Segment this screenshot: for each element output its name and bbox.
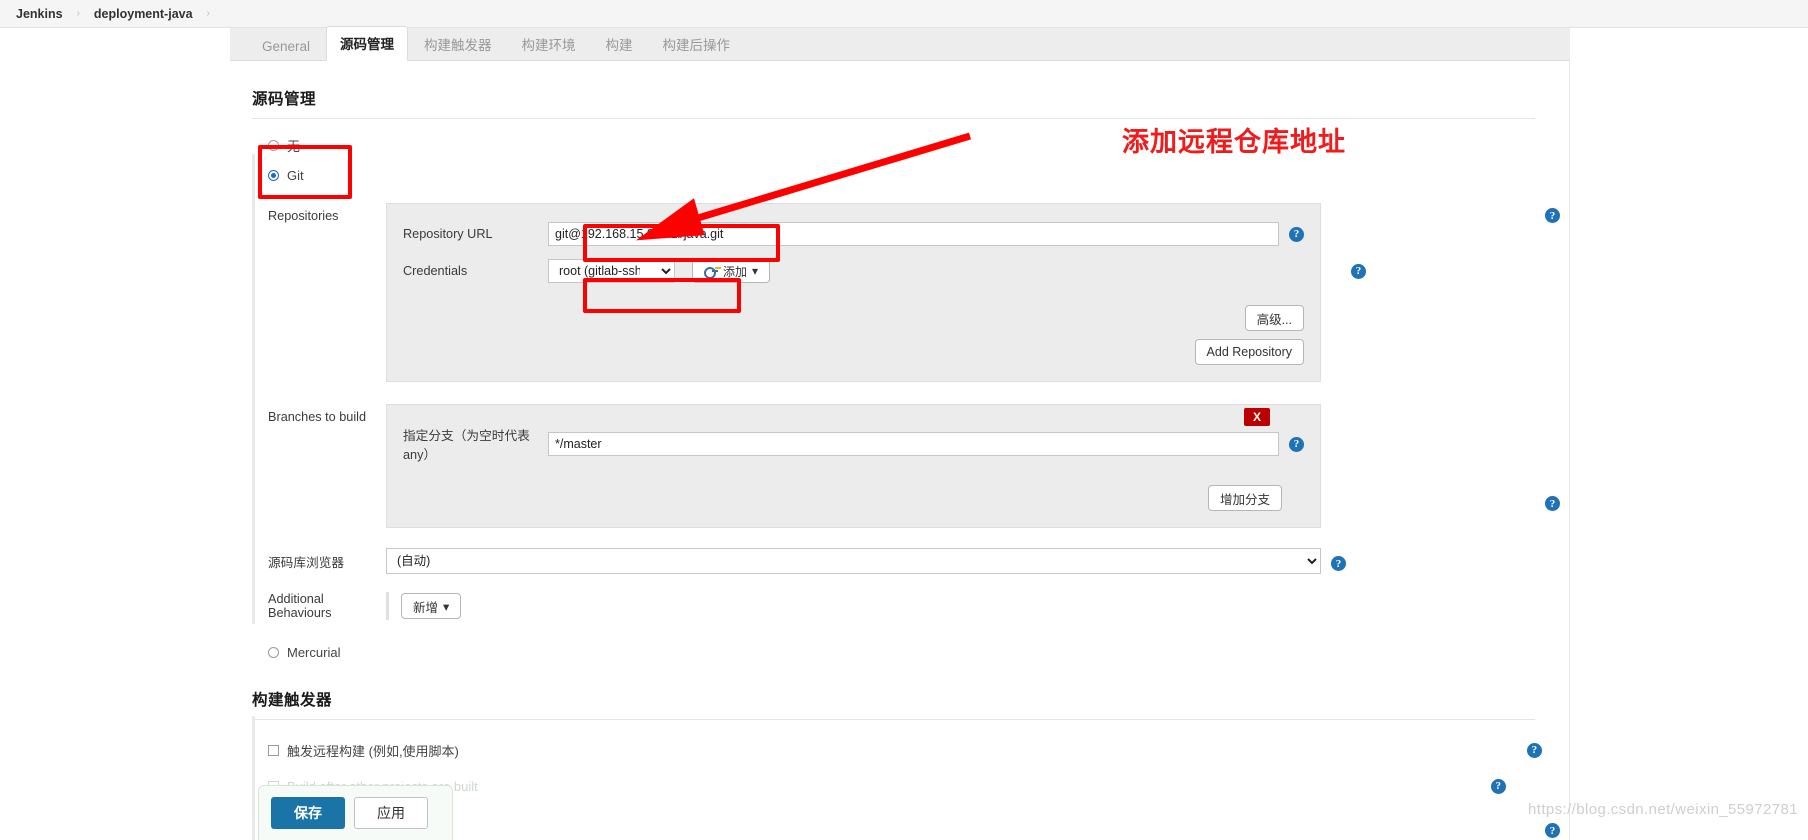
trigger-build-after-row[interactable]: Build after other projects are built ? bbox=[268, 774, 1569, 798]
add-behaviour-button[interactable]: 新增 ▾ bbox=[401, 593, 462, 619]
repository-browser-select[interactable]: (自动) bbox=[386, 548, 1321, 574]
help-icon[interactable]: ? bbox=[1331, 556, 1346, 571]
left-gutter bbox=[0, 28, 230, 840]
tab-build-environment[interactable]: 构建环境 bbox=[508, 27, 590, 61]
section-title-build-triggers: 构建触发器 bbox=[252, 688, 1535, 720]
annotation-text: 添加远程仓库地址 bbox=[1122, 127, 1346, 157]
repository-url-input[interactable] bbox=[548, 222, 1279, 246]
section-title-scm: 源码管理 bbox=[252, 87, 1535, 119]
help-icon[interactable]: ? bbox=[1490, 778, 1506, 794]
advanced-button[interactable]: 高级... bbox=[1244, 305, 1304, 331]
help-icon[interactable]: ? bbox=[1289, 226, 1304, 242]
caret-down-icon: ▾ bbox=[752, 264, 759, 278]
add-branch-button[interactable]: 增加分支 bbox=[1207, 485, 1282, 511]
behaviours-divider bbox=[386, 592, 389, 620]
config-panel: 源码管理 无 Git Repositories Repository URL g… bbox=[230, 61, 1570, 840]
breadcrumb-item-jenkins[interactable]: Jenkins bbox=[10, 7, 69, 21]
tab-build[interactable]: 构建 bbox=[592, 27, 647, 61]
repository-browser-label: 源码库浏览器 bbox=[268, 555, 345, 570]
apply-button[interactable]: 应用 bbox=[354, 797, 428, 829]
save-button[interactable]: 保存 bbox=[271, 797, 345, 829]
config-tab-bar: General 源码管理 构建触发器 构建环境 构建 构建后操作 bbox=[230, 26, 1570, 61]
chevron-right-icon: › bbox=[76, 8, 80, 19]
help-icon[interactable]: ? bbox=[1545, 496, 1560, 511]
add-credentials-label: 添加 bbox=[723, 264, 748, 279]
branch-specifier-label: 指定分支（为空时代表any） bbox=[403, 429, 530, 462]
trigger-remote-build-row[interactable]: 触发远程构建 (例如,使用脚本) ? bbox=[268, 738, 1569, 762]
add-behaviour-label: 新增 bbox=[413, 600, 439, 615]
scm-option-none-label: 无 bbox=[287, 138, 301, 154]
radio-icon[interactable] bbox=[268, 169, 279, 181]
credentials-label: Credentials bbox=[403, 264, 468, 278]
help-icon[interactable]: ? bbox=[1545, 208, 1560, 223]
scm-option-mercurial[interactable]: Mercurial bbox=[268, 640, 1569, 664]
section-indent-bar bbox=[252, 154, 255, 624]
scm-option-none[interactable]: 无 bbox=[268, 133, 1569, 157]
scm-option-git[interactable]: Git bbox=[268, 163, 1569, 187]
add-repository-button[interactable]: Add Repository bbox=[1194, 339, 1304, 365]
chevron-right-icon: › bbox=[206, 8, 210, 19]
branch-specifier-input[interactable] bbox=[548, 432, 1279, 456]
breadcrumb-item-project[interactable]: deployment-java bbox=[88, 7, 199, 21]
branches-block: 指定分支（为空时代表any） ? X 增加分支 bbox=[386, 404, 1321, 528]
watermark: https://blog.csdn.net/weixin_55972781 bbox=[1528, 801, 1798, 818]
breadcrumb: Jenkins › deployment-java › bbox=[0, 0, 1808, 28]
radio-icon[interactable] bbox=[268, 646, 279, 658]
tab-build-triggers[interactable]: 构建触发器 bbox=[410, 27, 506, 61]
scm-option-git-label: Git bbox=[287, 167, 304, 183]
delete-branch-button[interactable]: X bbox=[1243, 408, 1270, 426]
repositories-block: Repository URL ? Credentials root (gitla… bbox=[386, 203, 1367, 382]
help-icon[interactable]: ? bbox=[1545, 823, 1560, 838]
checkbox-icon[interactable] bbox=[268, 744, 279, 756]
triggers-indent-bar bbox=[252, 716, 255, 840]
caret-down-icon: ▾ bbox=[443, 599, 450, 614]
branches-to-build-label: Branches to build bbox=[268, 410, 367, 424]
help-icon[interactable]: ? bbox=[1351, 263, 1367, 279]
tab-source-code-management[interactable]: 源码管理 bbox=[326, 26, 409, 61]
scm-option-mercurial-label: Mercurial bbox=[287, 644, 341, 660]
credentials-select[interactable]: root (gitlab-ssh-key) bbox=[548, 259, 675, 283]
add-credentials-button[interactable]: 添加 ▾ bbox=[692, 259, 771, 283]
additional-behaviours-label: Additional Behaviours bbox=[268, 592, 332, 620]
help-icon[interactable]: ? bbox=[1526, 742, 1542, 758]
radio-icon[interactable] bbox=[268, 139, 279, 151]
repositories-label: Repositories bbox=[268, 209, 339, 223]
key-icon bbox=[704, 266, 718, 279]
repository-url-label: Repository URL bbox=[403, 227, 493, 241]
help-icon[interactable]: ? bbox=[1289, 436, 1304, 452]
form-action-bar: 保存 应用 bbox=[258, 785, 453, 840]
tab-general[interactable]: General bbox=[248, 32, 324, 61]
tab-post-build-actions[interactable]: 构建后操作 bbox=[649, 27, 745, 61]
trigger-remote-build-label: 触发远程构建 (例如,使用脚本) bbox=[287, 743, 459, 759]
